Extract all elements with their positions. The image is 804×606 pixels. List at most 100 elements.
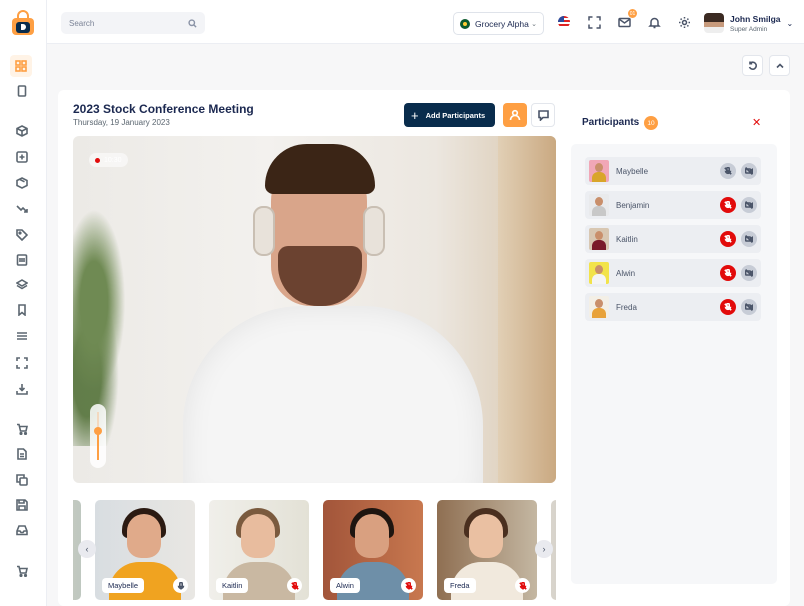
- avatar: [589, 296, 609, 318]
- chevron-up-icon: [775, 62, 784, 68]
- mic-muted-button[interactable]: [720, 265, 736, 281]
- participant-name: Freda: [616, 302, 637, 312]
- participant-row[interactable]: Kaitlin: [585, 225, 761, 253]
- microphone-icon[interactable]: [173, 578, 188, 593]
- store-logo-icon: [460, 18, 470, 29]
- chevron-down-icon: ⌄: [786, 18, 794, 28]
- avatar: [589, 228, 609, 250]
- thumbnail-name-tag: Kaitlin: [216, 578, 249, 593]
- refresh-button[interactable]: [742, 55, 763, 76]
- shopping-cart-icon[interactable]: [14, 563, 30, 579]
- volume-slider[interactable]: [90, 404, 106, 468]
- thumbnail-face: [355, 514, 389, 558]
- list-icon[interactable]: [14, 328, 30, 344]
- page-title: 2023 Stock Conference Meeting: [73, 102, 254, 116]
- thumbnail-face: [127, 514, 161, 558]
- user-icon: [509, 109, 521, 121]
- mic-muted-icon[interactable]: [515, 578, 530, 593]
- volume-fill: [97, 431, 99, 460]
- avatar: [589, 194, 609, 216]
- chevron-down-icon: ⌄: [531, 20, 537, 28]
- speaker-body: [183, 306, 483, 483]
- meeting-date: Thursday, 19 January 2023: [73, 118, 170, 127]
- participant-row[interactable]: Freda: [585, 293, 761, 321]
- video-off-button[interactable]: [741, 231, 757, 247]
- copy-icon[interactable]: [14, 472, 30, 488]
- participant-row[interactable]: Maybelle: [585, 157, 761, 185]
- mic-muted-icon[interactable]: [287, 578, 302, 593]
- avatar: [704, 13, 724, 33]
- package-icon[interactable]: [14, 175, 30, 191]
- shelf-decoration: [498, 136, 556, 483]
- participants-list: Maybelle Benjamin Kaitlin Alwin Freda: [571, 144, 777, 584]
- participant-thumbnail[interactable]: Freda: [437, 500, 537, 600]
- fullscreen-icon[interactable]: [587, 15, 601, 29]
- topbar: Search Grocery Alpha ⌄ 01 John Smilga Su…: [47, 0, 804, 44]
- user-role: Super Admin: [730, 25, 768, 33]
- download-icon[interactable]: [14, 381, 30, 397]
- app-logo[interactable]: [11, 10, 35, 36]
- dashboard-icon[interactable]: [10, 55, 32, 77]
- message-icon: [537, 109, 549, 121]
- thumbnail-name-tag: Maybelle: [102, 578, 145, 593]
- tag-icon[interactable]: [14, 227, 30, 243]
- participant-thumbnail[interactable]: Maybelle: [95, 500, 195, 600]
- user-profile-menu[interactable]: John Smilga Super Admin ⌄: [704, 11, 800, 35]
- tablet-icon[interactable]: [14, 83, 30, 99]
- mail-badge: 01: [628, 9, 637, 18]
- search-icon: [188, 18, 197, 28]
- thumbnail-name-tag: Freda: [444, 578, 476, 593]
- close-icon[interactable]: ✕: [752, 116, 761, 129]
- layers-icon[interactable]: [14, 277, 30, 293]
- thumbnails-prev-button[interactable]: ‹: [78, 540, 96, 558]
- avatar: [589, 160, 609, 182]
- sidebar: [0, 0, 47, 606]
- participant-thumbnail[interactable]: Alwin: [323, 500, 423, 600]
- video-off-button[interactable]: [741, 197, 757, 213]
- collapse-button[interactable]: [769, 55, 790, 76]
- add-square-icon[interactable]: [14, 149, 30, 165]
- mic-muted-icon[interactable]: [401, 578, 416, 593]
- volume-handle[interactable]: [94, 427, 102, 436]
- participant-thumbnail[interactable]: Kaitlin: [209, 500, 309, 600]
- settings-gear-icon[interactable]: [677, 15, 691, 29]
- avatar: [589, 262, 609, 284]
- participant-row[interactable]: Alwin: [585, 259, 761, 287]
- file-text-icon[interactable]: [14, 446, 30, 462]
- add-participants-label: Add Participants: [425, 110, 486, 120]
- mic-muted-button[interactable]: [720, 197, 736, 213]
- participant-name: Kaitlin: [616, 234, 638, 244]
- video-off-button[interactable]: [741, 163, 757, 179]
- video-off-button[interactable]: [741, 299, 757, 315]
- add-participants-button[interactable]: + Add Participants: [404, 103, 495, 127]
- save-icon[interactable]: [14, 497, 30, 513]
- scan-icon[interactable]: [14, 355, 30, 371]
- chat-button[interactable]: [531, 103, 555, 127]
- cart-icon[interactable]: [14, 421, 30, 437]
- participant-row[interactable]: Benjamin: [585, 191, 761, 219]
- refresh-icon: [748, 60, 757, 70]
- bell-icon[interactable]: [647, 15, 661, 29]
- participant-view-button[interactable]: [503, 103, 527, 127]
- thumbnails-next-button[interactable]: ›: [535, 540, 553, 558]
- mic-muted-button[interactable]: [720, 299, 736, 315]
- mic-muted-button[interactable]: [720, 231, 736, 247]
- store-selector[interactable]: Grocery Alpha ⌄: [453, 12, 544, 35]
- bookmark-icon[interactable]: [14, 302, 30, 318]
- mic-muted-button[interactable]: [720, 163, 736, 179]
- inbox-icon[interactable]: [14, 522, 30, 538]
- box-icon[interactable]: [14, 123, 30, 139]
- recording-time: 10:30: [104, 156, 122, 164]
- participant-name: Alwin: [616, 268, 636, 278]
- search-input[interactable]: Search: [61, 12, 205, 34]
- main-video[interactable]: 10:30: [73, 136, 556, 483]
- participant-thumbnails: Maybelle Kaitlin Alwin Freda: [73, 500, 556, 600]
- thumbnail-face: [469, 514, 503, 558]
- recording-timer: 10:30: [89, 153, 128, 167]
- headphones-icon: [253, 206, 275, 256]
- user-name: John Smilga: [730, 13, 781, 24]
- us-flag-icon[interactable]: [558, 16, 570, 28]
- trending-down-icon[interactable]: [14, 201, 30, 217]
- video-off-button[interactable]: [741, 265, 757, 281]
- barcode-icon[interactable]: [14, 252, 30, 268]
